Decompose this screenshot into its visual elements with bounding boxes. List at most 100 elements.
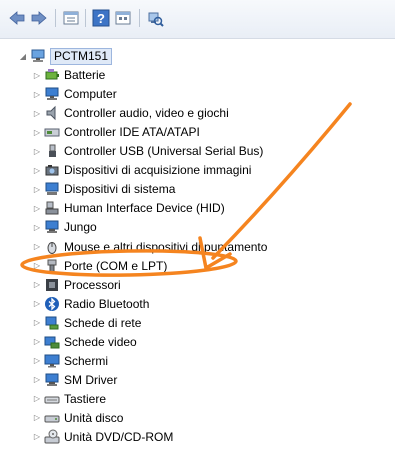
- expand-arrow-icon[interactable]: ▷: [32, 333, 42, 351]
- tree-item[interactable]: ▷ Unità disco: [32, 409, 123, 427]
- tree-item-label: Human Interface Device (HID): [64, 201, 225, 216]
- tree-item[interactable]: ▷ SM Driver: [32, 371, 117, 389]
- expand-arrow-icon[interactable]: ▷: [32, 238, 42, 256]
- scan-hardware-button[interactable]: [146, 9, 164, 27]
- toolbar-separator: [55, 9, 56, 27]
- keyboard-icon: [44, 391, 60, 407]
- expand-arrow-icon[interactable]: ▷: [32, 218, 42, 236]
- expand-arrow-icon[interactable]: ▷: [32, 295, 42, 313]
- toolbar-separator: [139, 9, 140, 27]
- system-device-icon: [44, 181, 60, 197]
- tree-item[interactable]: ▷ Tastiere: [32, 390, 106, 408]
- tree-item-label: Computer: [64, 87, 117, 101]
- port-icon: [44, 258, 60, 274]
- tree-item[interactable]: ▷ Human Interface Device (HID): [32, 199, 225, 217]
- tree-item[interactable]: ▷ Controller audio, video e giochi: [32, 104, 229, 122]
- tree-item-label: Controller audio, video e giochi: [64, 106, 229, 121]
- tree-item[interactable]: ▷ Dispositivi di sistema: [32, 180, 175, 198]
- forward-button[interactable]: [30, 9, 48, 27]
- help-icon: ?: [92, 9, 110, 27]
- forward-arrow-icon: [31, 11, 47, 25]
- tree-item[interactable]: ▷ Computer: [32, 85, 117, 103]
- tree-item[interactable]: ▷ Radio Bluetooth: [32, 295, 149, 313]
- scan-hardware-icon: [148, 12, 164, 27]
- tree-item[interactable]: ▷ Unità DVD/CD-ROM: [32, 428, 173, 446]
- tree-item[interactable]: ▷ Mouse e altri dispositivi di puntamento: [32, 238, 267, 256]
- tree-item-label: Schermi: [64, 353, 109, 368]
- display-adapter-icon: [44, 334, 60, 350]
- expand-arrow-icon[interactable]: ▷: [32, 199, 42, 217]
- expand-arrow-icon[interactable]: ▷: [32, 371, 42, 389]
- tree-item-label: Dispositivi di acquisizione immagini: [64, 163, 252, 178]
- device-icon: [44, 372, 60, 388]
- expand-arrow-icon[interactable]: ▷: [32, 85, 42, 103]
- tree-item-label: Batterie: [64, 68, 106, 82]
- tree-item[interactable]: ▷ Controller IDE ATA/ATAPI: [32, 123, 200, 141]
- battery-icon: [44, 67, 60, 83]
- device-tree: ◢ PCTM151 ▷ Batterie ▷ Computer ▷ Controller …: [0, 40, 395, 456]
- expand-arrow-icon[interactable]: ▷: [32, 390, 42, 408]
- tree-item-label: SM Driver: [64, 372, 118, 387]
- help-glyph: ?: [97, 11, 105, 26]
- properties-view-button[interactable]: [62, 9, 80, 27]
- monitor-icon: [44, 353, 60, 369]
- dvd-drive-icon: [44, 429, 60, 445]
- tree-item[interactable]: ▷ Controller USB (Universal Serial Bus): [32, 142, 263, 160]
- expand-arrow-icon[interactable]: ▷: [32, 180, 42, 198]
- tree-item-label: Unità disco: [64, 410, 124, 425]
- toolbar: ?: [0, 0, 395, 39]
- usb-icon: [44, 143, 60, 159]
- tree-item-label: Controller IDE ATA/ATAPI: [64, 125, 200, 140]
- tree-item-label: Jungo: [64, 220, 97, 235]
- tree-item[interactable]: ▷ Porte (COM e LPT): [32, 257, 167, 275]
- expand-arrow-icon[interactable]: ▷: [32, 409, 42, 427]
- back-arrow-icon: [9, 11, 25, 25]
- computer-icon: [44, 86, 60, 102]
- back-button[interactable]: [8, 9, 26, 27]
- disk-drive-icon: [44, 410, 60, 426]
- view-button[interactable]: [114, 9, 132, 27]
- tree-item-label: Mouse e altri dispositivi di puntamento: [64, 239, 268, 254]
- expand-arrow-icon[interactable]: ▷: [32, 257, 42, 275]
- expand-arrow-icon[interactable]: ▷: [32, 428, 42, 446]
- camera-icon: [44, 162, 60, 178]
- collapse-arrow-icon[interactable]: ◢: [18, 47, 28, 65]
- tree-root-label: PCTM151: [50, 47, 113, 65]
- tree-item[interactable]: ▷ Batterie: [32, 66, 105, 84]
- device-icon: [44, 219, 60, 235]
- tree-item-label: Processori: [64, 277, 121, 292]
- help-button[interactable]: ?: [92, 9, 110, 27]
- tree-item-label: Porte (COM e LPT): [64, 258, 168, 273]
- expand-arrow-icon[interactable]: ▷: [32, 276, 42, 294]
- expand-arrow-icon[interactable]: ▷: [32, 104, 42, 122]
- speaker-icon: [44, 105, 60, 121]
- tree-item-label: Dispositivi di sistema: [64, 182, 176, 197]
- tree-item-label: Controller USB (Universal Serial Bus): [64, 144, 264, 159]
- view-icon: [115, 11, 131, 25]
- hid-icon: [44, 200, 60, 216]
- processor-icon: [44, 277, 60, 293]
- tree-item-label: Radio Bluetooth: [64, 296, 150, 311]
- tree-item[interactable]: ▷ Processori: [32, 276, 121, 294]
- tree-item[interactable]: ▷ Dispositivi di acquisizione immagini: [32, 161, 251, 179]
- tree-item-label: Unità DVD/CD-ROM: [64, 429, 174, 444]
- tree-item[interactable]: ▷ Schede video: [32, 333, 137, 351]
- tree-item-label: Tastiere: [64, 391, 107, 406]
- tree-item[interactable]: ▷ Jungo: [32, 218, 97, 236]
- expand-arrow-icon[interactable]: ▷: [32, 66, 42, 84]
- tree-item-label: Schede video: [64, 334, 137, 349]
- expand-arrow-icon[interactable]: ▷: [32, 161, 42, 179]
- toolbar-separator: [85, 9, 86, 27]
- tree-item[interactable]: ▷ Schermi: [32, 352, 108, 370]
- expand-arrow-icon[interactable]: ▷: [32, 142, 42, 160]
- computer-icon: [30, 48, 46, 64]
- mouse-icon: [44, 239, 60, 255]
- properties-icon: [63, 11, 79, 25]
- tree-item[interactable]: ▷ Schede di rete: [32, 314, 141, 332]
- expand-arrow-icon[interactable]: ▷: [32, 123, 42, 141]
- disk-controller-icon: [44, 124, 60, 140]
- tree-root[interactable]: ◢ PCTM151: [18, 47, 113, 65]
- expand-arrow-icon[interactable]: ▷: [32, 352, 42, 370]
- bluetooth-icon: [44, 296, 60, 312]
- expand-arrow-icon[interactable]: ▷: [32, 314, 42, 332]
